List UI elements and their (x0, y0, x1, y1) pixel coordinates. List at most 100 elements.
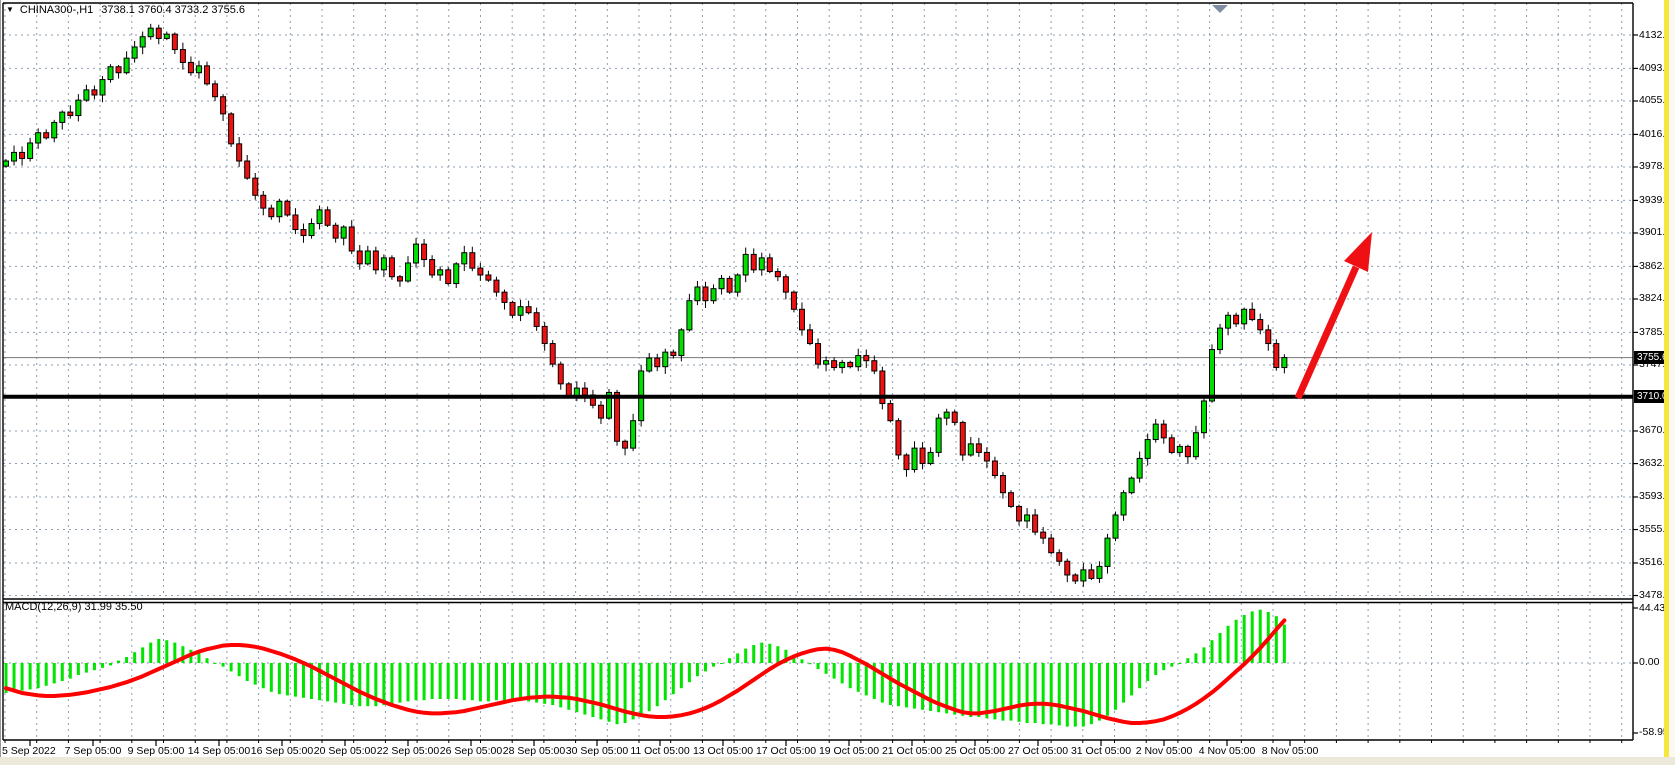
macd-histogram-bar (977, 663, 980, 717)
bear-candle (213, 84, 218, 97)
bull-candle (196, 66, 201, 73)
macd-histogram-bar (1122, 663, 1125, 703)
bear-candle (767, 258, 772, 272)
macd-histogram-bar (929, 663, 932, 711)
bull-candle (936, 418, 941, 452)
macd-histogram-bar (583, 663, 586, 715)
bull-candle (365, 251, 370, 264)
macd-histogram-bar (841, 663, 844, 683)
macd-histogram-bar (37, 663, 40, 688)
macd-histogram-bar (206, 658, 209, 663)
macd-histogram-bar (865, 663, 868, 695)
bear-candle (357, 251, 362, 264)
bull-candle (856, 356, 861, 367)
time-axis-label: 11 Oct 05:00 (630, 745, 689, 757)
macd-histogram-bar (439, 663, 442, 699)
macd-histogram-bar (29, 663, 32, 689)
macd-histogram-bar (246, 663, 249, 681)
bull-candle (1282, 358, 1287, 368)
bull-candle (381, 258, 386, 270)
macd-histogram-bar (672, 663, 675, 694)
bear-candle (832, 361, 837, 368)
macd-histogram-bar (382, 663, 385, 705)
macd-histogram-bar (1170, 663, 1173, 667)
macd-histogram-bar (358, 663, 361, 706)
macd-histogram-bar (69, 663, 72, 679)
macd-histogram-bar (157, 639, 160, 663)
bull-candle (1097, 566, 1102, 578)
macd-histogram-bar (61, 663, 64, 681)
macd-histogram-bar (149, 643, 152, 663)
bull-candle (438, 270, 443, 275)
chart-symbol-period: CHINA300-,H1 (20, 4, 93, 16)
macd-histogram-bar (1098, 663, 1101, 721)
macd-histogram-bar (85, 663, 88, 673)
macd-histogram-bar (656, 663, 659, 706)
macd-histogram-bar (567, 663, 570, 710)
bull-candle (968, 444, 973, 455)
bear-candle (1073, 575, 1078, 581)
macd-histogram-bar (197, 653, 200, 663)
macd-histogram-bar (849, 663, 852, 688)
bear-candle (502, 292, 507, 302)
bull-candle (1201, 401, 1206, 433)
macd-histogram-bar (809, 663, 812, 664)
bear-candle (976, 444, 981, 453)
bear-candle (510, 302, 515, 315)
chart-shift-marker-icon[interactable] (1212, 5, 1228, 13)
time-axis-label: 13 Oct 05:00 (693, 745, 753, 757)
right-edge-stripe (1664, 0, 1669, 757)
bear-candle (671, 352, 676, 355)
bull-candle (148, 28, 153, 37)
bull-candle (840, 362, 845, 367)
time-axis-label: 2 Nov 05:00 (1136, 745, 1193, 757)
bear-candle (44, 133, 49, 138)
bull-candle (28, 143, 33, 158)
bear-candle (799, 309, 804, 330)
bull-candle (4, 161, 9, 166)
time-axis-label: 4 Nov 05:00 (1199, 745, 1256, 757)
bear-candle (253, 178, 258, 195)
macd-histogram-bar (527, 663, 530, 701)
chart-expand-icon[interactable]: ▼ (6, 5, 14, 14)
bull-candle (1025, 515, 1030, 521)
time-axis-label: 19 Oct 05:00 (819, 745, 879, 757)
macd-histogram-bar (350, 663, 353, 705)
macd-histogram-bar (423, 663, 426, 700)
macd-histogram-bar (519, 663, 522, 700)
bear-candle (1234, 315, 1239, 324)
macd-histogram-bar (222, 663, 225, 667)
macd-histogram-bar (833, 663, 836, 679)
macd-histogram-bar (752, 645, 755, 663)
bear-candle (172, 34, 177, 49)
macd-histogram-bar (13, 663, 16, 692)
macd-histogram-bar (1259, 610, 1262, 663)
macd-histogram-bar (326, 663, 329, 701)
time-axis-label: 9 Sep 05:00 (128, 745, 185, 757)
bear-candle (582, 388, 587, 395)
bull-candle (1153, 424, 1158, 439)
time-axis-label: 28 Sep 05:00 (503, 745, 565, 757)
bear-candle (1041, 532, 1046, 538)
macd-histogram-bar (1066, 663, 1069, 727)
macd-histogram-bar (1162, 663, 1165, 670)
macd-histogram-bar (53, 663, 56, 683)
bull-candle (679, 330, 684, 356)
bull-candle (1210, 350, 1215, 401)
bear-candle (389, 258, 394, 277)
macd-histogram-bar (591, 663, 594, 717)
macd-histogram-bar (1050, 663, 1053, 724)
time-axis-label: 21 Oct 05:00 (882, 745, 942, 757)
bear-candle (285, 201, 290, 215)
macd-histogram-bar (800, 659, 803, 663)
bear-candle (727, 278, 732, 292)
bear-candle (1065, 561, 1070, 575)
chart-plot-area[interactable] (0, 0, 1675, 765)
bull-candle (1129, 478, 1134, 493)
macd-histogram-bar (109, 663, 112, 665)
macd-histogram-bar (511, 663, 514, 699)
bull-candle (124, 58, 129, 73)
bear-candle (156, 28, 161, 38)
bear-candle (542, 326, 547, 343)
bear-candle (526, 307, 531, 313)
